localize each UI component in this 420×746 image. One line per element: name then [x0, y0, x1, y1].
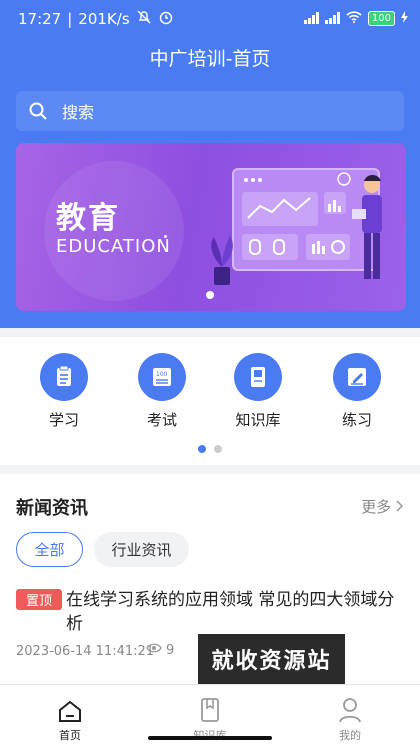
- user-icon: [300, 685, 400, 723]
- signal-icon: [324, 12, 340, 24]
- charging-icon: [401, 10, 408, 26]
- search-placeholder: 搜索: [62, 103, 95, 122]
- status-time: 17:27: [18, 10, 62, 28]
- page-title: 中广培训-首页: [149, 48, 271, 70]
- home-icon: [20, 685, 120, 723]
- tab-all[interactable]: 全部: [16, 532, 83, 567]
- news-item-views: 9: [146, 642, 174, 658]
- book-icon: [160, 685, 260, 723]
- news-item-title[interactable]: 在线学习系统的应用领域 常见的四大领域分析: [66, 588, 406, 636]
- quick-menu: 学习 100 考试 知识库 练习: [0, 337, 420, 465]
- exam-icon: 100: [138, 353, 186, 401]
- study-icon: [40, 353, 88, 401]
- pager-dot[interactable]: [214, 445, 222, 453]
- banner-title: 教育: [56, 201, 120, 236]
- tab-mine[interactable]: 我的: [300, 685, 400, 743]
- menu-item-label: 学习: [48, 411, 79, 429]
- knowledge-icon: [234, 353, 282, 401]
- tab-label: 首页: [59, 729, 81, 742]
- banner-subtitle: EDUCATION: [56, 236, 171, 257]
- more-link[interactable]: 更多: [361, 496, 404, 517]
- menu-item-label: 知识库: [235, 411, 281, 429]
- menu-item-exam[interactable]: 100 考试: [127, 353, 197, 430]
- mute-icon: [136, 9, 152, 29]
- menu-item-label: 考试: [146, 411, 177, 429]
- pinned-badge: 置顶: [16, 589, 62, 610]
- menu-item-knowledge[interactable]: 知识库: [223, 353, 293, 430]
- home-indicator: [148, 736, 272, 740]
- carousel-indicator[interactable]: [206, 291, 214, 299]
- banner-carousel[interactable]: 教育 EDUCATION: [16, 143, 406, 311]
- pager-dot-active[interactable]: [198, 445, 206, 453]
- tab-home[interactable]: 首页: [20, 685, 120, 743]
- menu-pager[interactable]: [198, 445, 222, 453]
- network-speed: 201K/s: [78, 10, 130, 28]
- news-item-date: 2023-06-14 11:41:21: [16, 644, 155, 659]
- signal-icon: [303, 12, 319, 24]
- eye-icon: [146, 642, 162, 658]
- menu-item-practice[interactable]: 练习: [322, 353, 392, 430]
- menu-item-label: 练习: [341, 411, 372, 429]
- chevron-right-icon: [396, 498, 404, 516]
- tab-knowledge[interactable]: 知识库: [160, 685, 260, 743]
- menu-item-study[interactable]: 学习: [29, 353, 99, 430]
- watermark: 就收资源站: [198, 634, 345, 684]
- tab-label: 我的: [339, 729, 361, 742]
- wifi-icon: [346, 10, 362, 26]
- person-illustration: [352, 174, 382, 279]
- search-icon: [28, 101, 48, 121]
- alarm-icon: [158, 9, 174, 29]
- tab-industry-news[interactable]: 行业资讯: [94, 532, 189, 567]
- search-bar[interactable]: 搜索: [16, 91, 404, 131]
- news-title: 新闻资讯: [16, 498, 88, 519]
- svg-text:100: 100: [156, 371, 168, 378]
- status-bar: 17:27 | 201K/s 100: [0, 0, 420, 36]
- plant-illustration: [211, 235, 233, 285]
- practice-icon: [333, 353, 381, 401]
- battery-icon: 100: [367, 10, 395, 26]
- tab-label: 知识库: [160, 727, 260, 743]
